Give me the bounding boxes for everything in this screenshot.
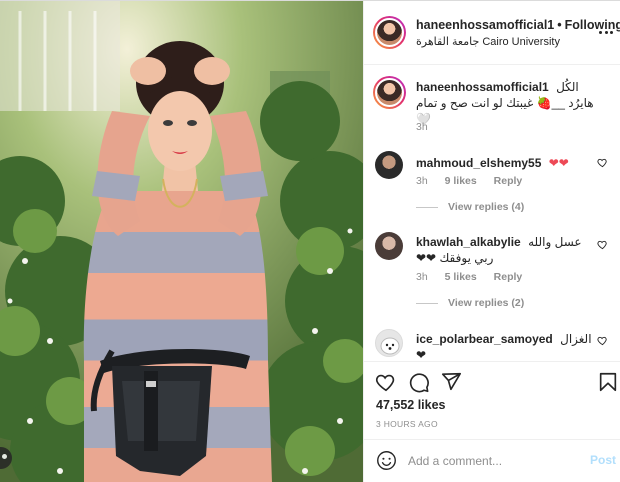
caption-meta: 3h xyxy=(416,121,442,133)
like-comment-heart-icon[interactable] xyxy=(597,335,608,346)
comment-body: mahmoud_elshemy55 ❤❤ xyxy=(416,155,597,171)
comment-time[interactable]: 3h xyxy=(416,271,428,283)
caption-body: haneenhossamofficial1 الكُل هايرُد __🍓 غ… xyxy=(416,79,597,127)
caption-time[interactable]: 3h xyxy=(416,121,428,133)
comment-meta: 3h 9 likes Reply xyxy=(416,175,536,187)
author-avatar[interactable] xyxy=(373,16,406,49)
header-author-line: haneenhossamofficial1 • Following xyxy=(416,18,620,32)
comment-input[interactable] xyxy=(408,451,578,471)
like-comment-heart-icon[interactable] xyxy=(597,239,608,250)
view-replies-button[interactable]: View replies (2) xyxy=(416,297,524,309)
view-replies-label: View replies (2) xyxy=(448,297,525,309)
commenter-avatar[interactable] xyxy=(375,151,403,179)
more-options-icon[interactable] xyxy=(599,25,613,39)
comment-body: khawlah_alkabylie عسل والله ربي يوفقك ❤❤ xyxy=(416,234,597,266)
post-header: haneenhossamofficial1 • Following جامعة ال… xyxy=(364,1,620,65)
comments-list[interactable]: haneenhossamofficial1 الكُل هايرُد __🍓 غ… xyxy=(364,65,620,361)
post-timestamp[interactable]: 3 HOURS AGO xyxy=(376,419,438,429)
caption-username[interactable]: haneenhossamofficial1 xyxy=(416,80,549,94)
post-actions: 47,552 likes 3 HOURS AGO xyxy=(364,361,620,439)
author-username[interactable]: haneenhossamofficial1 xyxy=(416,18,554,32)
replies-divider xyxy=(416,206,438,208)
add-comment-bar: Post xyxy=(364,439,620,481)
post-location[interactable]: جامعة القاهرة Cairo University xyxy=(416,35,560,48)
comment-icon[interactable] xyxy=(408,371,430,393)
post-photo[interactable] xyxy=(0,1,363,482)
header-separator: • xyxy=(557,18,562,32)
comment-likes[interactable]: 9 likes xyxy=(445,175,477,187)
comment-username[interactable]: ice_polarbear_samoyed xyxy=(416,332,553,346)
reply-button[interactable]: Reply xyxy=(494,175,523,187)
commenter-avatar[interactable] xyxy=(375,232,403,260)
comment-body: ice_polarbear_samoyed الغزال ❤ xyxy=(416,331,597,361)
replies-divider xyxy=(416,302,438,304)
bookmark-icon[interactable] xyxy=(597,371,619,393)
comment-text: ❤❤ xyxy=(548,156,569,170)
smile-icon[interactable] xyxy=(376,450,397,471)
view-replies-label: View replies (4) xyxy=(448,201,525,213)
comment-likes[interactable]: 5 likes xyxy=(445,271,477,283)
share-icon[interactable] xyxy=(440,371,462,393)
heart-icon[interactable] xyxy=(375,371,397,393)
samoyed-avatar-icon xyxy=(380,337,400,355)
caption-author-avatar[interactable] xyxy=(373,76,406,109)
view-replies-button[interactable]: View replies (4) xyxy=(416,201,524,213)
likes-count[interactable]: 47,552 likes xyxy=(376,398,446,412)
instagram-post-modal: haneenhossamofficial1 • Following جامعة ال… xyxy=(0,0,620,482)
photo-illustration xyxy=(0,1,363,482)
like-comment-heart-icon[interactable] xyxy=(597,157,608,168)
comment-time[interactable]: 3h xyxy=(416,175,428,187)
comment-username[interactable]: mahmoud_elshemy55 xyxy=(416,156,541,170)
post-side-panel: haneenhossamofficial1 • Following جامعة ال… xyxy=(363,1,620,482)
comment-meta: 3h 5 likes Reply xyxy=(416,271,536,283)
commenter-avatar[interactable] xyxy=(375,329,403,357)
post-button[interactable]: Post xyxy=(590,453,616,467)
reply-button[interactable]: Reply xyxy=(494,271,523,283)
comment-username[interactable]: khawlah_alkabylie xyxy=(416,235,521,249)
